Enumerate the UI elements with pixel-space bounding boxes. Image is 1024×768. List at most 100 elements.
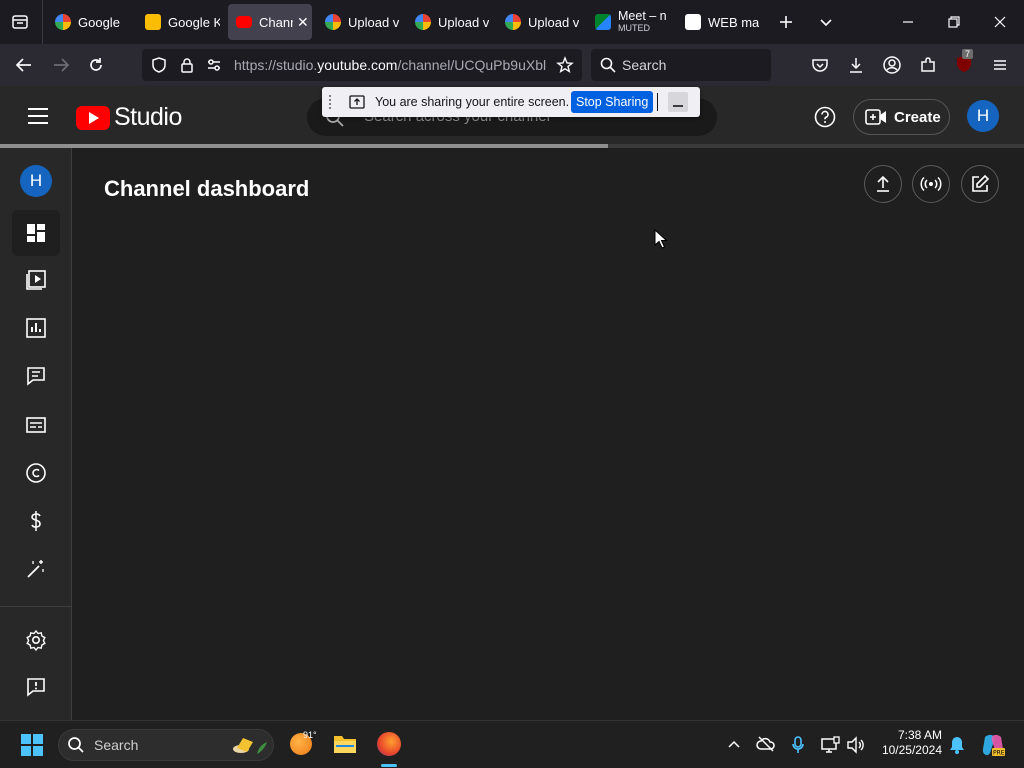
channel-avatar[interactable]: H [20, 165, 52, 197]
url-bar[interactable]: https://studio.youtube.com/channel/UCQuP… [142, 49, 582, 81]
pocket-icon[interactable] [810, 55, 830, 75]
tab-label: Upload v [528, 14, 580, 30]
downloads-icon[interactable] [846, 55, 866, 75]
minimize-window-icon[interactable] [898, 12, 918, 32]
create-button-label: Create [894, 108, 941, 126]
copyright-icon [26, 463, 46, 483]
shield-icon[interactable] [150, 56, 168, 74]
browser-nav-bar: https://studio.youtube.com/channel/UCQuP… [0, 44, 1024, 86]
sidebar-item-copyright[interactable] [12, 450, 60, 496]
sidebar-item-analytics[interactable] [12, 305, 60, 351]
meet-icon [595, 14, 611, 30]
extensions-puzzle-icon[interactable] [918, 55, 938, 75]
sidebar-item-comments[interactable] [12, 353, 60, 399]
clock[interactable]: 7:38 AM 10/25/2024 [872, 728, 942, 758]
youtube-icon [236, 16, 252, 28]
sidebar-item-dashboard[interactable] [12, 210, 60, 256]
create-post-button[interactable] [961, 165, 999, 203]
close-tab-icon[interactable]: ✕ [297, 14, 309, 31]
live-broadcast-icon [920, 176, 942, 192]
lock-icon[interactable] [178, 56, 196, 74]
sidebar-item-customization[interactable] [12, 546, 60, 592]
create-video-icon [865, 109, 886, 125]
create-button[interactable]: Create [853, 99, 950, 135]
share-screen-icon [349, 94, 365, 110]
tab-channel-active[interactable]: Chann ✕ [228, 4, 312, 40]
list-tabs-chevron-icon[interactable] [816, 12, 836, 32]
studio-menu-icon[interactable] [26, 105, 50, 127]
ublock-extension-icon[interactable]: 7 [954, 49, 976, 75]
dollar-icon [31, 511, 41, 531]
windows-start-icon[interactable] [21, 734, 43, 756]
tab-google-keep[interactable]: Google K [138, 4, 220, 40]
reload-icon[interactable] [86, 55, 106, 75]
firefox-icon[interactable] [377, 732, 401, 756]
stop-sharing-label: Stop Sharing [576, 95, 649, 109]
hamburger-menu-icon[interactable] [990, 55, 1010, 75]
browser-search-bar[interactable]: Search [591, 49, 771, 81]
permissions-icon[interactable] [205, 56, 223, 74]
minimize-banner-icon[interactable] [668, 92, 688, 112]
tab-upload-2[interactable]: Upload v [408, 4, 490, 40]
extension-badge-count: 7 [962, 49, 974, 59]
sidebar-item-settings[interactable] [12, 617, 60, 663]
taskbar-search-input[interactable]: Search [58, 729, 274, 761]
avatar-letter: H [976, 106, 990, 125]
tab-label: Chann [259, 14, 293, 30]
gear-icon [26, 629, 46, 651]
search-icon [599, 56, 617, 74]
account-avatar[interactable]: H [967, 100, 999, 132]
search-highlight-icon [229, 734, 269, 758]
clock-date: 10/25/2024 [881, 743, 942, 757]
sidebar-item-feedback[interactable] [12, 664, 60, 710]
bookmark-star-icon[interactable] [556, 56, 574, 74]
close-window-icon[interactable] [990, 12, 1010, 32]
account-icon[interactable] [882, 55, 902, 75]
google-icon [325, 14, 341, 30]
feedback-icon [27, 678, 45, 697]
google-icon [55, 14, 71, 30]
restore-window-icon[interactable] [944, 12, 964, 32]
tab-web[interactable]: WEB ma [678, 4, 760, 40]
microphone-icon[interactable] [790, 735, 806, 755]
tab-google[interactable]: Google [48, 4, 128, 40]
tab-upload-3[interactable]: Upload v [498, 4, 580, 40]
go-live-button[interactable] [912, 165, 950, 203]
copilot-icon[interactable]: PRE [980, 733, 1006, 757]
upload-icon [877, 175, 889, 192]
tab-muted-label: MUTED [618, 23, 650, 33]
upload-videos-button[interactable] [864, 165, 902, 203]
url-text[interactable]: https://studio.youtube.com/channel/UCQuP… [234, 57, 546, 73]
browser-tab-bar: Google Google K Chann ✕ Upload v Upload … [0, 0, 1024, 44]
clock-time: 7:38 AM [897, 728, 942, 742]
taskbar-search-placeholder: Search [94, 737, 139, 753]
drag-handle-icon[interactable] [327, 94, 333, 110]
search-icon [67, 736, 85, 754]
volume-icon[interactable] [845, 735, 865, 755]
screen-share-banner: You are sharing your entire screen. Stop… [322, 87, 700, 117]
tab-label: Upload v [438, 14, 490, 30]
main-content: Channel dashboard [72, 148, 1024, 720]
subtitles-icon [26, 417, 46, 433]
notification-bell-icon[interactable] [948, 735, 966, 755]
studio-logo[interactable]: Studio [76, 103, 182, 132]
tab-meet[interactable]: Meet – n MUTED [588, 4, 672, 40]
tab-label: Meet – n [618, 10, 667, 22]
banner-divider [657, 93, 658, 111]
analytics-icon [26, 318, 46, 338]
tab-label: Google K [168, 14, 220, 30]
sidebar-item-content[interactable] [12, 257, 60, 303]
network-icon[interactable] [820, 735, 840, 755]
show-hidden-icons-chevron-icon[interactable] [726, 737, 742, 753]
windows-taskbar: Search 91° 7:38 AM 10/25/2024 PRE [0, 720, 1024, 768]
tab-upload-1[interactable]: Upload v [318, 4, 400, 40]
file-explorer-icon[interactable] [333, 733, 357, 755]
back-arrow-icon[interactable] [14, 55, 34, 75]
sidebar-item-subtitles[interactable] [12, 402, 60, 448]
help-icon[interactable] [813, 105, 837, 129]
onedrive-offline-icon[interactable] [756, 735, 776, 753]
new-tab-icon[interactable] [776, 12, 796, 32]
tab-overview-icon[interactable] [10, 12, 30, 32]
sidebar-item-earn[interactable] [12, 498, 60, 544]
stop-sharing-button[interactable]: Stop Sharing [571, 91, 654, 113]
